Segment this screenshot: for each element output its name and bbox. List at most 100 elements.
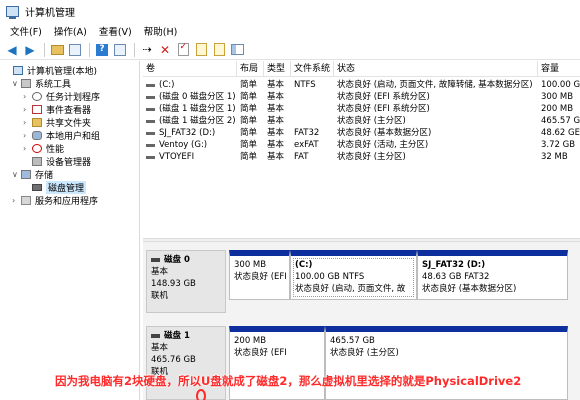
table-row[interactable]: VTOYEFI 简单 基本 FAT 状态良好 (主分区) 32 MB: [143, 151, 580, 163]
table-row[interactable]: (磁盘 1 磁盘分区 2) 简单 基本 状态良好 (主分区) 465.57 G: [143, 115, 580, 127]
column-header-status[interactable]: 状态: [334, 61, 538, 77]
layout-cell: 简单: [240, 80, 258, 90]
toolbar-separator: [134, 42, 135, 57]
volume-icon: [146, 155, 155, 159]
column-header-type[interactable]: 类型: [264, 61, 291, 77]
layout-cell: 简单: [240, 152, 258, 162]
capacity-cell: 200 MB: [541, 104, 574, 114]
table-row[interactable]: (磁盘 1 磁盘分区 1) 简单 基本 状态良好 (EFI 系统分区) 200 …: [143, 103, 580, 115]
column-header-filesystem[interactable]: 文件系统: [291, 61, 334, 77]
tree-item-label: 系统工具: [35, 80, 72, 90]
tree-item-label: 性能: [46, 145, 65, 155]
partition-status: 状态良好 (基本数据分区): [422, 284, 517, 294]
volume-name-cell: (C:): [143, 79, 237, 91]
table-row[interactable]: (磁盘 0 磁盘分区 1) 简单 基本 状态良好 (EFI 系统分区) 300 …: [143, 91, 580, 103]
back-icon[interactable]: ◀: [4, 42, 20, 58]
column-header-layout[interactable]: 布局: [237, 61, 264, 77]
column-header-capacity[interactable]: 容量: [538, 61, 580, 77]
column-header-volume[interactable]: 卷: [143, 61, 237, 77]
expand-icon[interactable]: ›: [23, 144, 32, 153]
show-pane-icon[interactable]: [229, 42, 245, 58]
status-cell: 状态良好 (主分区): [337, 116, 406, 126]
expand-icon[interactable]: ›: [23, 105, 32, 114]
volume-name-cell: SJ_FAT32 (D:): [143, 127, 237, 139]
table-row[interactable]: Ventoy (G:) 简单 基本 exFAT 状态良好 (活动, 主分区) 3…: [143, 139, 580, 151]
check-icon[interactable]: [175, 42, 191, 58]
disk-label[interactable]: 磁盘 0 基本 148.93 GB 联机: [146, 250, 226, 313]
layout-cell: 简单: [240, 128, 258, 138]
tree-item-system-tools[interactable]: ∨ 系统工具: [12, 77, 71, 90]
open-icon[interactable]: [193, 42, 209, 58]
tree-item-disk-management[interactable]: 磁盘管理: [23, 181, 87, 194]
new-icon[interactable]: [211, 42, 227, 58]
forward-icon[interactable]: ▶: [22, 42, 38, 58]
expand-icon[interactable]: ›: [23, 131, 32, 140]
menu-view[interactable]: 查看(V): [93, 24, 138, 38]
filesystem-cell: [291, 91, 334, 103]
disk-name: 磁盘 1: [151, 330, 221, 342]
partition-size: 200 MB: [234, 336, 267, 346]
tree-item-local-users[interactable]: › 本地用户和组: [23, 129, 100, 142]
type-cell: 基本: [267, 116, 285, 126]
filesystem-cell: NTFS: [294, 80, 316, 90]
tree-item-label: 事件查看器: [46, 106, 92, 116]
connect-icon[interactable]: ⇢: [139, 42, 155, 58]
up-folder-icon[interactable]: [49, 42, 65, 58]
share-folder-icon: [32, 118, 42, 127]
tree-item-storage[interactable]: ∨ 存储: [12, 168, 53, 181]
expand-icon[interactable]: ›: [23, 118, 32, 127]
tree-item-label: 本地用户和组: [46, 132, 101, 142]
delete-icon[interactable]: ✕: [157, 42, 173, 58]
collapse-icon[interactable]: ∨: [12, 79, 21, 88]
type-cell: 基本: [267, 140, 285, 150]
tree-item-performance[interactable]: › 性能: [23, 142, 64, 155]
layout-cell: 简单: [240, 92, 258, 102]
status-cell: 状态良好 (基本数据分区): [337, 128, 432, 138]
volume-list-header: 卷 布局 类型 文件系统 状态 容量: [143, 61, 580, 77]
tree-item-task-scheduler[interactable]: › 任务计划程序: [23, 90, 100, 103]
status-cell: 状态良好 (启动, 页面文件, 故障转储, 基本数据分区): [337, 80, 533, 90]
collapse-icon[interactable]: ∨: [12, 170, 21, 179]
volume-name: (磁盘 1 磁盘分区 1): [159, 104, 236, 114]
filesystem-cell: FAT32: [294, 128, 320, 138]
title-bar: 计算机管理: [0, 0, 580, 22]
performance-icon: [32, 144, 42, 153]
toolbar-separator: [89, 42, 90, 57]
tree-item-computer-management[interactable]: 计算机管理(本地): [4, 64, 97, 77]
volume-name-cell: Ventoy (G:): [143, 139, 237, 151]
tree-item-shared-folders[interactable]: › 共享文件夹: [23, 116, 91, 129]
volume-name: SJ_FAT32 (D:): [159, 128, 216, 138]
type-cell: 基本: [267, 92, 285, 102]
window-title: 计算机管理: [25, 7, 75, 19]
tree-item-event-viewer[interactable]: › 事件查看器: [23, 103, 91, 116]
toolbar: ◀ ▶ ? ⇢ ✕: [0, 40, 580, 60]
expand-icon[interactable]: ›: [12, 196, 21, 205]
partition-size: 465.57 GB: [330, 336, 375, 346]
partition-block[interactable]: SJ_FAT32 (D:) 48.63 GB FAT32 状态良好 (基本数据分…: [417, 250, 568, 300]
capacity-cell: 100.00 G: [541, 80, 580, 90]
expand-icon[interactable]: ›: [23, 92, 32, 101]
menu-file[interactable]: 文件(F): [4, 24, 48, 38]
help-icon[interactable]: ?: [94, 42, 110, 58]
partition-size: 300 MB: [234, 260, 267, 270]
menu-help[interactable]: 帮助(H): [138, 24, 184, 38]
partition-status: 状态良好 (启动, 页面文件, 故: [295, 284, 406, 294]
volume-name: Ventoy (G:): [159, 140, 208, 150]
filesystem-cell: FAT: [294, 152, 309, 162]
console-tree-icon[interactable]: [67, 42, 83, 58]
tree-item-device-manager[interactable]: 设备管理器: [23, 155, 91, 168]
table-row[interactable]: (C:) 简单 基本 NTFS 状态良好 (启动, 页面文件, 故障转储, 基本…: [143, 79, 580, 91]
type-cell: 基本: [267, 152, 285, 162]
volume-list: 卷 布局 类型 文件系统 状态 容量 (C:) 简单 基本 NTFS 状态良好 …: [143, 61, 580, 238]
event-icon: [32, 105, 42, 114]
partition-block[interactable]: 300 MB 状态良好 (EFI: [229, 250, 290, 300]
menu-action[interactable]: 操作(A): [48, 24, 93, 38]
volume-name-cell: VTOYEFI: [143, 151, 237, 163]
partition-block[interactable]: (C:) 100.00 GB NTFS 状态良好 (启动, 页面文件, 故: [290, 250, 417, 300]
tree-item-label: 磁盘管理: [46, 181, 87, 194]
partition-size: 100.00 GB NTFS: [295, 272, 365, 282]
tree-item-services-apps[interactable]: › 服务和应用程序: [12, 194, 98, 207]
capacity-cell: 48.62 GE: [541, 128, 580, 138]
properties-icon[interactable]: [112, 42, 128, 58]
table-row[interactable]: SJ_FAT32 (D:) 简单 基本 FAT32 状态良好 (基本数据分区) …: [143, 127, 580, 139]
